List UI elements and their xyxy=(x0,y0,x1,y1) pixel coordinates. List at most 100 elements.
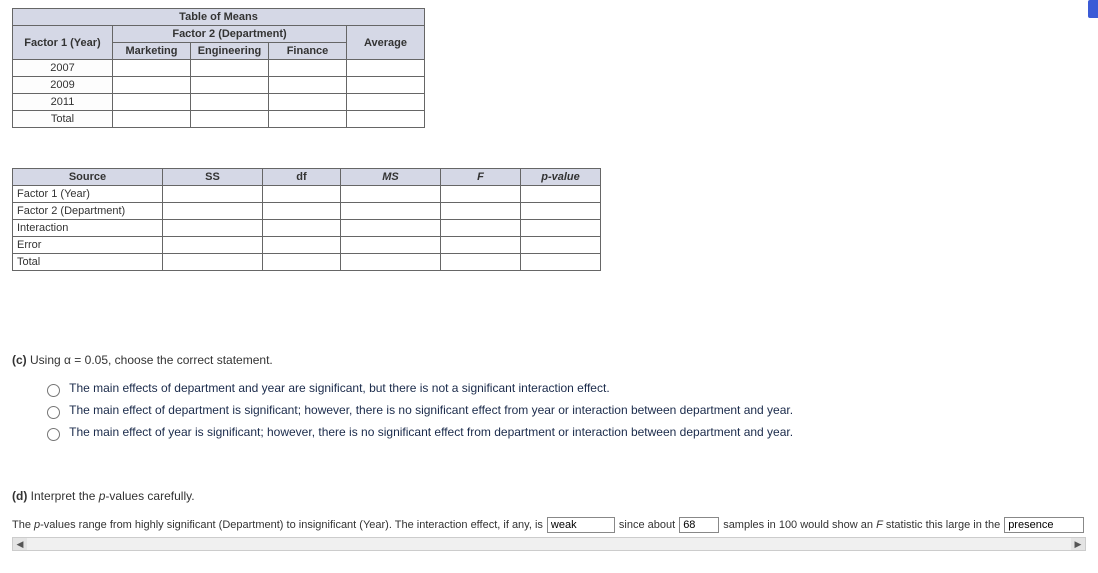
col-pvalue: p-value xyxy=(521,169,601,186)
cell-blank xyxy=(341,254,441,271)
cell-input[interactable] xyxy=(263,237,341,254)
fill-blank-2[interactable] xyxy=(679,517,719,533)
cell-input[interactable] xyxy=(191,60,269,77)
row-label: Factor 2 (Department) xyxy=(13,203,163,220)
cell-input[interactable] xyxy=(441,186,521,203)
col-ss: SS xyxy=(163,169,263,186)
fill-blank-3[interactable] xyxy=(1004,517,1084,533)
col-marketing: Marketing xyxy=(113,43,191,60)
cell-input[interactable] xyxy=(341,237,441,254)
cell-input[interactable] xyxy=(163,186,263,203)
table-of-means: Table of Means Factor 1 (Year) Factor 2 … xyxy=(12,8,425,128)
cell-blank xyxy=(263,254,341,271)
row-label: Error xyxy=(13,237,163,254)
cell-blank xyxy=(441,254,521,271)
cell-input[interactable] xyxy=(113,94,191,111)
part-d-prompt: (d) Interpret the p-values carefully. xyxy=(12,489,1086,503)
cell-input[interactable] xyxy=(191,111,269,128)
option-radio-1[interactable] xyxy=(47,384,60,397)
col-average: Average xyxy=(347,26,425,60)
cell-input[interactable] xyxy=(163,203,263,220)
cell-input[interactable] xyxy=(441,220,521,237)
col-factor1: Factor 1 (Year) xyxy=(13,26,113,60)
scroll-right-icon[interactable]: ▶ xyxy=(1071,538,1085,550)
right-edge-tab[interactable] xyxy=(1088,0,1098,18)
cell-input[interactable] xyxy=(341,186,441,203)
option-text: The main effect of year is significant; … xyxy=(69,425,793,439)
part-d-label: (d) xyxy=(12,489,27,503)
cell-input[interactable] xyxy=(347,60,425,77)
table-row: Factor 1 (Year) xyxy=(13,186,601,203)
sentence-seg2: since about xyxy=(619,519,675,531)
part-c-text: Using α = 0.05, choose the correct state… xyxy=(30,353,273,367)
horizontal-scrollbar[interactable]: ◀ ▶ xyxy=(12,537,1086,551)
cell-input[interactable] xyxy=(521,220,601,237)
cell-blank xyxy=(441,237,521,254)
cell-input[interactable] xyxy=(341,203,441,220)
part-d-sentence: The p-values range from highly significa… xyxy=(12,517,1086,533)
part-c-label: (c) xyxy=(12,353,27,367)
table-row: 2011 xyxy=(13,94,425,111)
cell-input[interactable] xyxy=(347,111,425,128)
scroll-left-icon[interactable]: ◀ xyxy=(13,538,27,550)
table-row: Total xyxy=(13,254,601,271)
cell-input[interactable] xyxy=(191,94,269,111)
cell-input[interactable] xyxy=(521,186,601,203)
row-label: Interaction xyxy=(13,220,163,237)
cell-input[interactable] xyxy=(263,203,341,220)
option-row: The main effects of department and year … xyxy=(42,381,862,397)
option-text: The main effects of department and year … xyxy=(69,381,610,395)
cell-blank xyxy=(521,254,601,271)
row-label: 2009 xyxy=(13,77,113,94)
cell-input[interactable] xyxy=(163,237,263,254)
option-row: The main effect of year is significant; … xyxy=(42,425,862,441)
cell-blank xyxy=(521,237,601,254)
fill-blank-1[interactable] xyxy=(547,517,615,533)
col-engineering: Engineering xyxy=(191,43,269,60)
cell-input[interactable] xyxy=(341,220,441,237)
cell-input[interactable] xyxy=(269,111,347,128)
option-radio-2[interactable] xyxy=(47,406,60,419)
col-factor2: Factor 2 (Department) xyxy=(113,26,347,43)
col-df: df xyxy=(263,169,341,186)
row-label: Total xyxy=(13,254,163,271)
table-row: Factor 2 (Department) xyxy=(13,203,601,220)
option-radio-3[interactable] xyxy=(47,428,60,441)
cell-input[interactable] xyxy=(113,60,191,77)
table-means-title: Table of Means xyxy=(13,9,425,26)
table-row: 2009 xyxy=(13,77,425,94)
col-ms: MS xyxy=(341,169,441,186)
cell-input[interactable] xyxy=(191,77,269,94)
cell-input[interactable] xyxy=(347,77,425,94)
table-row: 2007 xyxy=(13,60,425,77)
row-label: Factor 1 (Year) xyxy=(13,186,163,203)
table-row: Total xyxy=(13,111,425,128)
sentence-seg1: The p-values range from highly significa… xyxy=(12,519,543,531)
cell-input[interactable] xyxy=(441,203,521,220)
table-row: Error xyxy=(13,237,601,254)
cell-input[interactable] xyxy=(269,94,347,111)
cell-input[interactable] xyxy=(347,94,425,111)
cell-input[interactable] xyxy=(163,254,263,271)
option-text: The main effect of department is signifi… xyxy=(69,403,793,417)
option-row: The main effect of department is signifi… xyxy=(42,403,862,419)
cell-input[interactable] xyxy=(113,111,191,128)
cell-input[interactable] xyxy=(269,77,347,94)
cell-input[interactable] xyxy=(113,77,191,94)
col-source: Source xyxy=(13,169,163,186)
part-c-options: The main effects of department and year … xyxy=(42,381,862,441)
sentence-seg3: samples in 100 would show an F statistic… xyxy=(723,519,1000,531)
cell-input[interactable] xyxy=(163,220,263,237)
row-label: Total xyxy=(13,111,113,128)
part-d-text: Interpret the p-values carefully. xyxy=(31,489,195,503)
row-label: 2011 xyxy=(13,94,113,111)
cell-input[interactable] xyxy=(263,220,341,237)
table-row: Interaction xyxy=(13,220,601,237)
cell-input[interactable] xyxy=(521,203,601,220)
part-c-prompt: (c) Using α = 0.05, choose the correct s… xyxy=(12,353,1086,367)
col-f: F xyxy=(441,169,521,186)
cell-input[interactable] xyxy=(269,60,347,77)
cell-input[interactable] xyxy=(263,186,341,203)
col-finance: Finance xyxy=(269,43,347,60)
anova-table: Source SS df MS F p-value Factor 1 (Year… xyxy=(12,168,601,271)
